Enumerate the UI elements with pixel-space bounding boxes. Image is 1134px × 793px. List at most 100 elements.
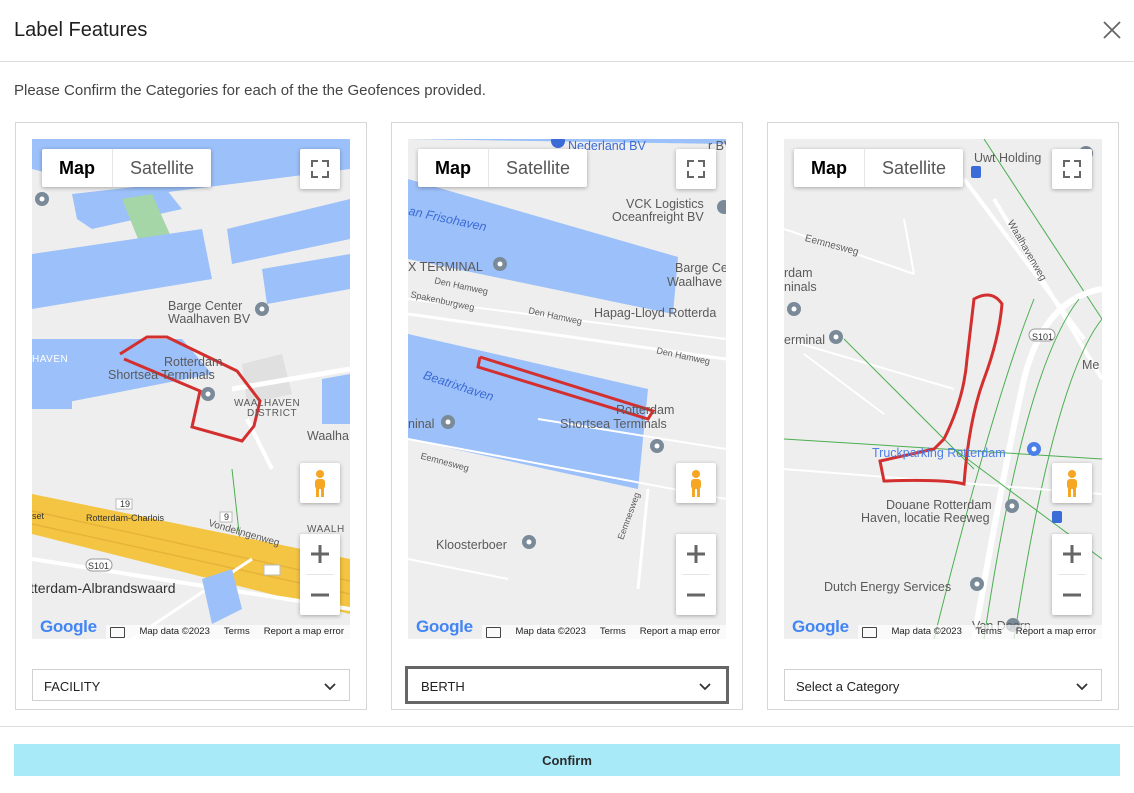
confirm-button[interactable]: Confirm	[14, 744, 1120, 776]
map-label: Hapag-Lloyd Rotterda	[594, 306, 717, 320]
category-select-value: Select a Category	[796, 679, 900, 694]
google-logo: Google	[416, 617, 473, 636]
chevron-down-icon	[1076, 683, 1088, 691]
footer-divider	[0, 726, 1134, 727]
map-1[interactable]: Barge Center Waalhaven BV Rotterdam Shor…	[32, 139, 350, 639]
report-map-error-link[interactable]: Report a map error	[264, 625, 344, 639]
category-select-value: BERTH	[421, 679, 465, 694]
terms-link[interactable]: Terms	[224, 625, 250, 639]
map-type-satellite-button[interactable]: Satellite	[489, 149, 587, 187]
chevron-down-icon	[324, 683, 336, 691]
category-select-value: FACILITY	[44, 679, 101, 694]
google-logo: Google	[40, 617, 97, 636]
map-label: Douane Rotterdam	[886, 498, 992, 512]
fullscreen-icon	[1063, 160, 1081, 178]
map-label: Kloosterboer	[436, 538, 507, 552]
street-view-pegman[interactable]	[300, 463, 340, 503]
zoom-out-icon[interactable]	[1052, 575, 1092, 615]
category-select-3[interactable]: Select a Category	[784, 669, 1102, 701]
keyboard-icon[interactable]	[486, 627, 502, 638]
map-label: Oceanfreight BV	[612, 210, 704, 224]
map-label: S101	[88, 561, 110, 571]
map-label: Barge Center	[168, 299, 243, 313]
zoom-in-icon[interactable]	[676, 534, 716, 574]
map-attribution: Map data ©2023 Terms Report a map error	[482, 625, 726, 639]
map-data-text: Map data ©2023	[139, 626, 210, 637]
map-label: Truckparking Rotterdam	[872, 446, 1006, 460]
map-2[interactable]: Nederland BV an Frisohaven VCK Logistics…	[408, 139, 726, 639]
zoom-in-icon[interactable]	[1052, 534, 1092, 574]
map-attribution: Map data ©2023 Terms Report a map error	[858, 625, 1102, 639]
map-label: 9	[224, 512, 230, 522]
map-label: Rotterdam	[616, 403, 675, 417]
map-type-map-button[interactable]: Map	[794, 149, 865, 187]
zoom-in-icon[interactable]	[300, 534, 340, 574]
map-label: Haven, locatie Reeweg	[861, 511, 990, 525]
map-3[interactable]: Uwt Holding Eemnesweg rdam ninals Waalha…	[784, 139, 1102, 639]
map-type-control: Map Satellite	[794, 149, 964, 187]
map-footer: Google Map data ©2023 Terms Report a map…	[784, 617, 1102, 639]
map-type-satellite-button[interactable]: Satellite	[865, 149, 963, 187]
map-label: ninal	[408, 417, 435, 431]
fullscreen-icon	[687, 160, 705, 178]
terms-link[interactable]: Terms	[600, 625, 626, 639]
map-label: S101	[1032, 332, 1054, 342]
zoom-control	[1052, 534, 1092, 615]
pegman-icon	[315, 470, 325, 497]
map-label: erminal	[784, 333, 825, 347]
report-map-error-link[interactable]: Report a map error	[1016, 625, 1096, 639]
fullscreen-icon	[311, 160, 329, 178]
map-footer: Google Map data ©2023 Terms Report a map…	[408, 617, 726, 639]
map-data-text: Map data ©2023	[891, 626, 962, 637]
geofence-card-1: Barge Center Waalhaven BV Rotterdam Shor…	[15, 122, 367, 710]
map-label: 19	[120, 499, 131, 509]
map-label: Barge Ce	[675, 261, 726, 275]
terms-link[interactable]: Terms	[976, 625, 1002, 639]
map-attribution: Map data ©2023 Terms Report a map error	[106, 625, 350, 639]
map-label: tterdam-Albrandswaard	[32, 580, 176, 596]
fullscreen-button[interactable]	[1052, 149, 1092, 189]
map-label: rdam	[784, 266, 813, 280]
map-footer: Google Map data ©2023 Terms Report a map…	[32, 617, 350, 639]
instruction-text: Please Confirm the Categories for each o…	[14, 82, 486, 99]
map-type-control: Map Satellite	[418, 149, 588, 187]
map-label: Waalhave	[667, 275, 723, 289]
dialog-header: Label Features	[0, 0, 1134, 62]
chevron-down-icon	[699, 683, 711, 691]
close-icon[interactable]	[1100, 18, 1124, 42]
map-label: Waalhaven BV	[168, 312, 251, 326]
street-view-pegman[interactable]	[676, 463, 716, 503]
map-label: HAVEN	[32, 354, 69, 365]
keyboard-icon[interactable]	[862, 627, 878, 638]
map-label: Rotterdam	[164, 355, 223, 369]
zoom-control	[676, 534, 716, 615]
map-label: Waalha	[307, 429, 349, 443]
map-type-satellite-button[interactable]: Satellite	[113, 149, 211, 187]
category-select-1[interactable]: FACILITY	[32, 669, 350, 701]
report-map-error-link[interactable]: Report a map error	[640, 625, 720, 639]
map-type-map-button[interactable]: Map	[418, 149, 489, 187]
map-data-text: Map data ©2023	[515, 626, 586, 637]
map-label: Rotterdam-Charlois	[86, 513, 165, 523]
fullscreen-button[interactable]	[676, 149, 716, 189]
fullscreen-button[interactable]	[300, 149, 340, 189]
map-label: Me	[1082, 358, 1100, 372]
map-label: Shortsea Terminals	[560, 417, 667, 431]
map-label: Shortsea Terminals	[108, 368, 215, 382]
map-type-control: Map Satellite	[42, 149, 212, 187]
geofence-card-3: Uwt Holding Eemnesweg rdam ninals Waalha…	[767, 122, 1119, 710]
zoom-out-icon[interactable]	[300, 575, 340, 615]
geofence-card-2: Nederland BV an Frisohaven VCK Logistics…	[391, 122, 743, 710]
map-type-map-button[interactable]: Map	[42, 149, 113, 187]
category-select-2[interactable]: BERTH	[405, 666, 729, 704]
google-logo: Google	[792, 617, 849, 636]
map-label: DISTRICT	[247, 408, 298, 419]
map-label: VCK Logistics	[626, 197, 704, 211]
keyboard-icon[interactable]	[110, 627, 126, 638]
street-view-pegman[interactable]	[1052, 463, 1092, 503]
map-label: set	[32, 511, 45, 521]
map-label: ninals	[784, 280, 817, 294]
zoom-out-icon[interactable]	[676, 575, 716, 615]
map-label: Uwt Holding	[974, 151, 1042, 165]
pegman-icon	[691, 470, 701, 497]
